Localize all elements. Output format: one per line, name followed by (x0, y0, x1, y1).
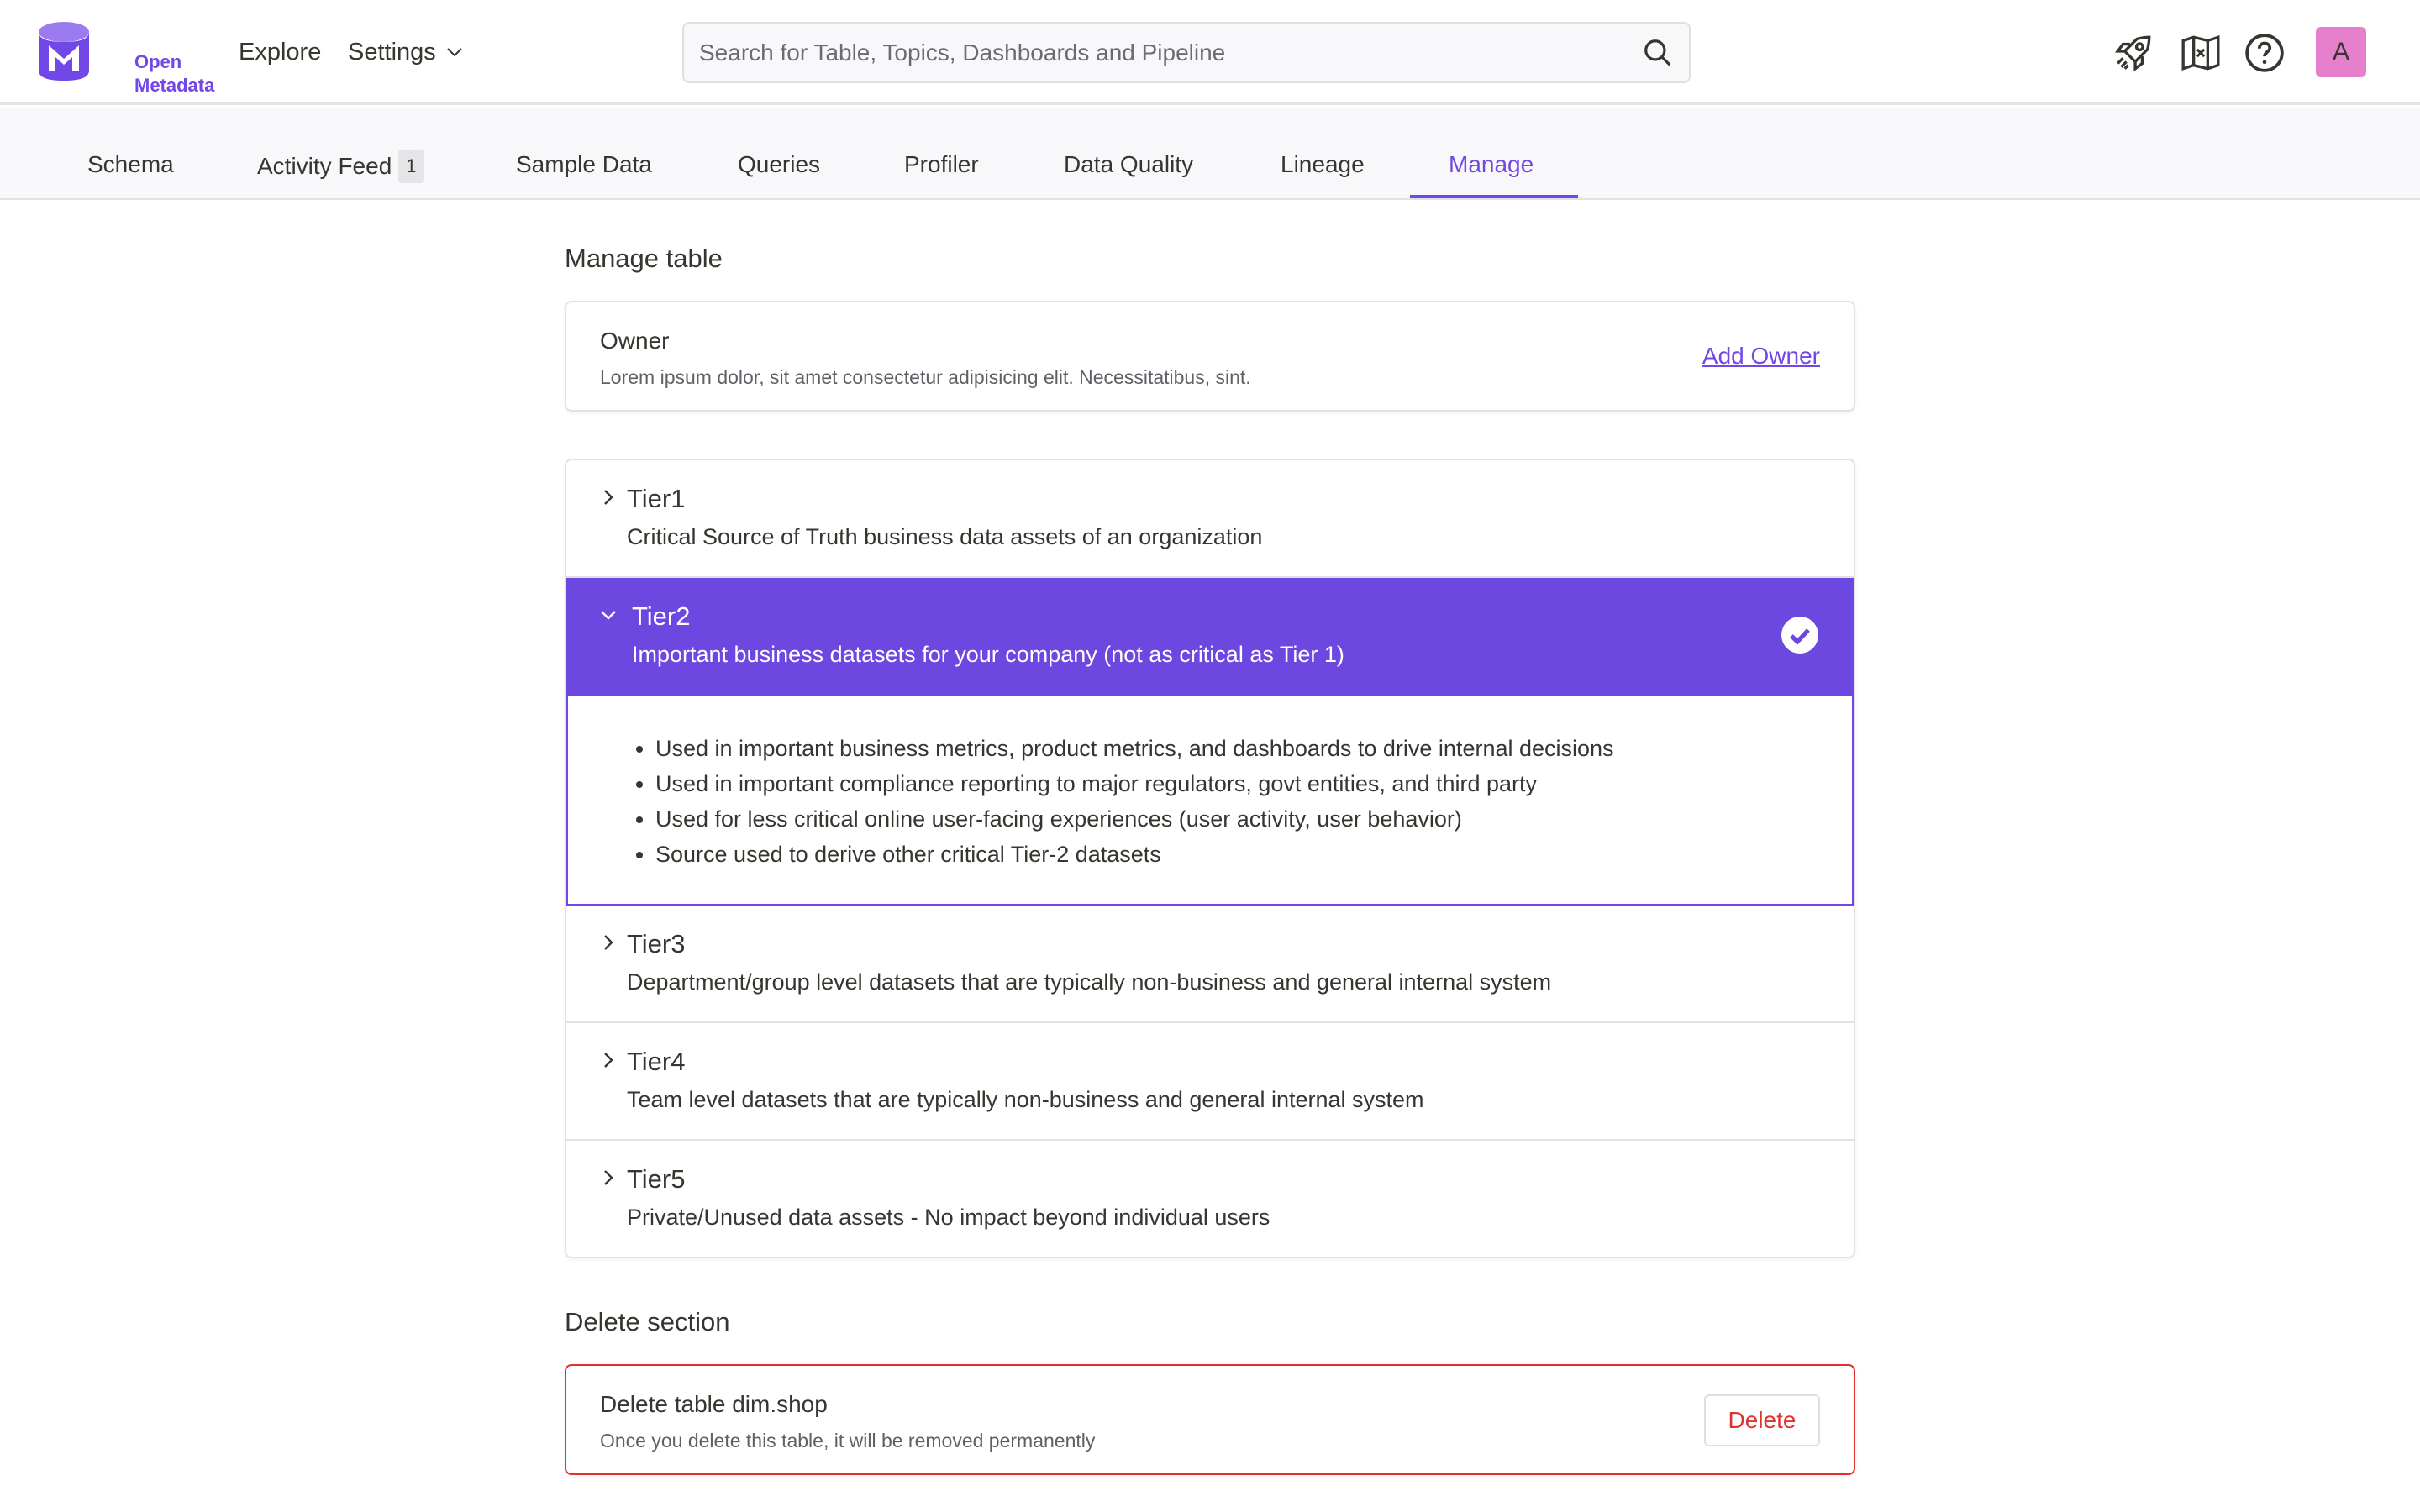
user-avatar[interactable]: A (2316, 27, 2366, 77)
chevron-right-icon (604, 1053, 613, 1068)
openmetadata-logo[interactable]: Open Metadata (37, 20, 214, 96)
tab-lineage[interactable]: Lineage (1281, 150, 1365, 180)
delete-description: Once you delete this table, it will be r… (600, 1430, 1096, 1452)
nav-settings-label: Settings (348, 39, 436, 66)
logo-text-line2: Metadata (134, 75, 215, 96)
tab-data-quality[interactable]: Data Quality (1064, 150, 1193, 180)
delete-button[interactable]: Delete (1704, 1394, 1820, 1446)
tier-title: Tier5 (627, 1164, 686, 1194)
tier-title: Tier1 (627, 484, 686, 513)
search-icon[interactable] (1642, 37, 1674, 69)
manage-table-title: Manage table (565, 244, 723, 273)
tier-item-tier4[interactable]: Tier4 Team level datasets that are typic… (566, 1023, 1854, 1141)
active-tab-indicator (1410, 195, 1578, 198)
tab-manage[interactable]: Manage (1449, 150, 1534, 180)
search-box (682, 22, 1691, 83)
search-input[interactable] (699, 39, 1642, 66)
rocket-icon[interactable] (2112, 32, 2154, 74)
tab-queries[interactable]: Queries (738, 150, 820, 180)
tab-schema[interactable]: Schema (87, 150, 174, 180)
owner-title: Owner (600, 328, 670, 354)
tier-list: Tier1 Critical Source of Truth business … (565, 459, 1855, 1258)
owner-description: Lorem ipsum dolor, sit amet consectetur … (600, 366, 1251, 388)
tier-item-tier5[interactable]: Tier5 Private/Unused data assets - No im… (566, 1141, 1854, 1257)
logo-text: Open Metadata (134, 50, 214, 97)
help-icon[interactable] (2244, 32, 2286, 74)
check-circle-icon (1781, 617, 1818, 654)
list-item: Used in important business metrics, prod… (655, 731, 1614, 766)
tab-activity-feed-label: Activity Feed (257, 153, 392, 179)
tier-description: Private/Unused data assets - No impact b… (627, 1205, 1270, 1230)
tier-description: Team level datasets that are typically n… (627, 1087, 1424, 1112)
tier-description: Important business datasets for your com… (632, 642, 1344, 667)
entity-tabs: Schema Activity Feed 1 Sample Data Querie… (0, 108, 2420, 200)
delete-title: Delete table dim.shop (600, 1391, 828, 1417)
tier-title: Tier2 (632, 601, 691, 631)
list-item: Used in important compliance reporting t… (655, 766, 1614, 801)
tier-item-tier3[interactable]: Tier3 Department/group level datasets th… (566, 906, 1854, 1023)
logo-icon (39, 22, 89, 81)
nav-settings[interactable]: Settings (348, 37, 465, 67)
tier-title: Tier3 (627, 929, 686, 958)
list-item: Source used to derive other critical Tie… (655, 837, 1614, 872)
chevron-down-icon (601, 611, 616, 620)
tier2-details: Used in important business metrics, prod… (566, 696, 1854, 906)
chevron-right-icon (604, 935, 613, 950)
add-owner-link[interactable]: Add Owner (1702, 343, 1820, 370)
list-item: Used for less critical online user-facin… (655, 801, 1614, 837)
tier-title: Tier4 (627, 1047, 686, 1076)
tab-activity-feed[interactable]: Activity Feed 1 (257, 150, 424, 183)
delete-card: Delete table dim.shop Once you delete th… (565, 1364, 1855, 1475)
tier-description: Department/group level datasets that are… (627, 969, 1552, 995)
tab-profiler[interactable]: Profiler (904, 150, 979, 180)
top-navbar: Open Metadata Explore Settings A (0, 0, 2420, 105)
tier2-detail-list: Used in important business metrics, prod… (655, 731, 1614, 872)
activity-feed-count-badge: 1 (398, 150, 424, 183)
tier-description: Critical Source of Truth business data a… (627, 524, 1263, 549)
delete-section-title: Delete section (565, 1307, 730, 1336)
logo-text-line1: Open (134, 51, 182, 72)
chevron-right-icon (604, 490, 613, 505)
map-icon[interactable] (2180, 32, 2222, 74)
chevron-right-icon (604, 1170, 613, 1185)
nav-explore[interactable]: Explore (239, 37, 321, 67)
chevron-down-icon (447, 48, 462, 57)
owner-card: Owner Lorem ipsum dolor, sit amet consec… (565, 301, 1855, 412)
tier-item-tier2[interactable]: Tier2 Important business datasets for yo… (566, 578, 1854, 696)
tier-item-tier1[interactable]: Tier1 Critical Source of Truth business … (566, 460, 1854, 578)
tab-sample-data[interactable]: Sample Data (516, 150, 652, 180)
